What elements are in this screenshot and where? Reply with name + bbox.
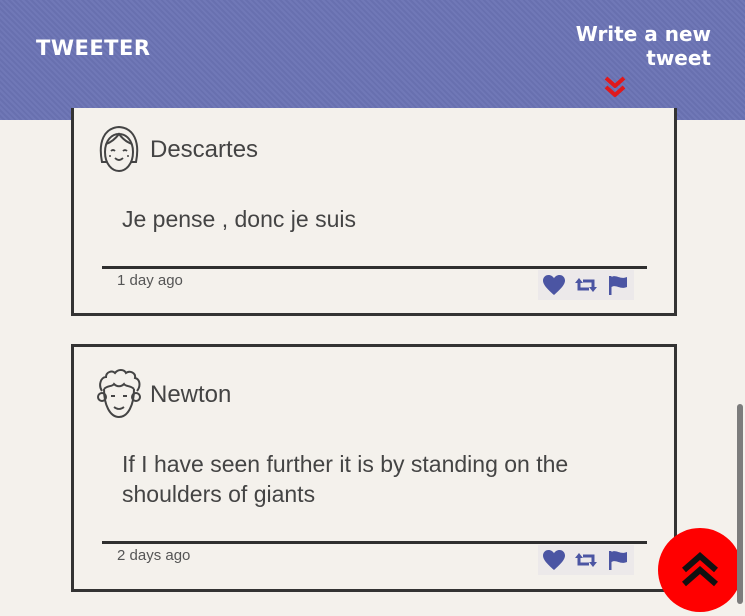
scrollbar-thumb[interactable] bbox=[737, 404, 743, 604]
page-header: TWEETER Write a new tweet bbox=[0, 0, 745, 120]
tweet-content: Je pense , donc je suis bbox=[122, 206, 356, 232]
tweet-timestamp: 1 day ago bbox=[117, 272, 183, 289]
flag-icon[interactable] bbox=[606, 549, 630, 571]
retweet-icon[interactable] bbox=[574, 549, 598, 571]
girl-avatar-icon bbox=[99, 125, 139, 173]
tweet-card: Descartes Je pense , donc je suis 1 day … bbox=[71, 108, 677, 316]
tweet-content: If I have seen further it is by standing… bbox=[122, 451, 569, 507]
tweet-actions bbox=[538, 545, 634, 575]
user-name: Newton bbox=[150, 381, 232, 408]
curly-hair-avatar-icon bbox=[97, 369, 141, 419]
tweet-header: Newton bbox=[94, 367, 231, 423]
user-name: Descartes bbox=[150, 136, 259, 163]
tweet-actions bbox=[538, 270, 634, 300]
compose-toggle-button[interactable]: Write a new tweet bbox=[511, 22, 711, 98]
app-logo[interactable]: TWEETER bbox=[36, 36, 151, 60]
double-chevron-up-icon bbox=[682, 552, 718, 587]
retweet-icon[interactable] bbox=[574, 274, 598, 296]
tweet-header: Descartes bbox=[94, 122, 258, 178]
flag-icon[interactable] bbox=[606, 274, 630, 296]
heart-icon[interactable] bbox=[542, 549, 566, 571]
scroll-to-top-button[interactable] bbox=[658, 528, 742, 612]
tweet-card: Newton If I have seen further it is by s… bbox=[71, 344, 677, 592]
tweet-divider bbox=[102, 541, 647, 544]
double-chevron-down-icon[interactable] bbox=[603, 76, 627, 98]
compose-label[interactable]: Write a new tweet bbox=[511, 22, 711, 70]
heart-icon[interactable] bbox=[542, 274, 566, 296]
tweet-divider bbox=[102, 266, 647, 269]
tweet-timestamp: 2 days ago bbox=[117, 547, 191, 564]
